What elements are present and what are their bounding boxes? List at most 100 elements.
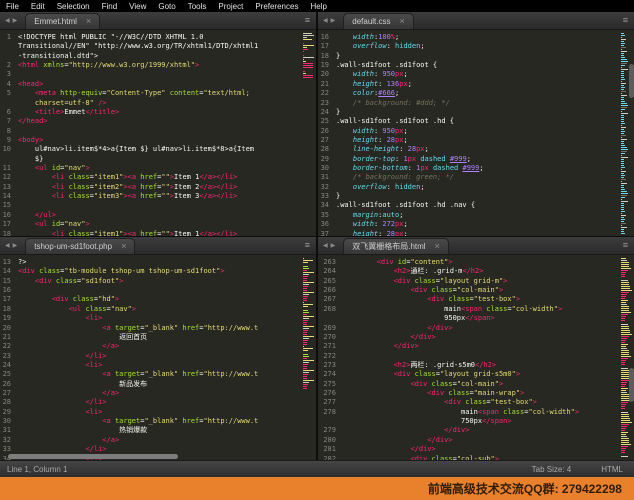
line-number: 19	[318, 61, 336, 70]
code-line: 18 <li class="item1"><a href="">Item 1</…	[0, 230, 302, 236]
close-icon[interactable]: ×	[86, 17, 91, 26]
horizontal-scrollbar[interactable]	[8, 454, 178, 459]
menu-item-file[interactable]: File	[0, 2, 25, 11]
line-number: 277	[318, 398, 343, 407]
code-line: 17 overflow: hidden;	[318, 42, 620, 51]
tab-scroll-left-icon[interactable]: ◀	[323, 17, 328, 24]
code-line: 16 </ul>	[0, 211, 302, 220]
line-number: 273	[318, 361, 343, 370]
editor-pane-top-right: ◀▶ default.css × ≡ 16 width:100%;17 over…	[318, 12, 634, 236]
code-line: 9<body>	[0, 136, 302, 145]
line-number: 4	[0, 80, 18, 89]
close-icon[interactable]: ×	[435, 242, 440, 251]
line-number: 22	[0, 342, 18, 351]
line-number: 276	[318, 389, 343, 398]
code-line: 22 color:#666;	[318, 89, 620, 98]
line-number: 29	[318, 155, 336, 164]
code-editor[interactable]: 16 width:100%;17 overflow: hidden;18}19.…	[318, 31, 634, 236]
line-number: 16	[318, 33, 336, 42]
line-number: 31	[0, 426, 18, 435]
line-number: 35	[318, 211, 336, 220]
tab-emmet-html[interactable]: Emmet.html ×	[25, 13, 100, 29]
overflow-menu-icon[interactable]: ≡	[305, 240, 316, 254]
overflow-menu-icon[interactable]: ≡	[623, 240, 634, 254]
status-caret-position[interactable]: Line 1, Column 1	[7, 465, 67, 474]
code-line: 281 </div>	[318, 445, 620, 454]
line-number: 5	[0, 89, 18, 98]
tab-scroll-left-icon[interactable]: ◀	[5, 17, 10, 24]
code-line: 34.wall-sd1foot .sd1foot .hd .nav {	[318, 201, 620, 210]
line-number: 10	[0, 145, 18, 154]
menu-item-edit[interactable]: Edit	[25, 2, 51, 11]
tab-scroll-right-icon[interactable]: ▶	[331, 17, 336, 24]
code-line: 274 <div class="layout grid-s5m0">	[318, 370, 620, 379]
code-area[interactable]: 16 width:100%;17 overflow: hidden;18}19.…	[318, 33, 620, 236]
menu-item-view[interactable]: View	[123, 2, 152, 11]
line-number: 9	[0, 136, 18, 145]
code-line: 11 <ul id="nav">	[0, 164, 302, 173]
minimap[interactable]	[621, 258, 633, 458]
code-line: 24 <li>	[0, 361, 302, 370]
menu-item-tools[interactable]: Tools	[182, 2, 213, 11]
minimap[interactable]	[303, 258, 315, 458]
menu-item-help[interactable]: Help	[304, 2, 332, 11]
code-line: 36 width: 272px;	[318, 220, 620, 229]
status-syntax[interactable]: HTML	[601, 465, 623, 474]
code-editor[interactable]: 13?>14<div class="tb-module tshop-um tsh…	[0, 256, 316, 460]
tab-scroll-left-icon[interactable]: ◀	[323, 242, 328, 249]
minimap[interactable]	[303, 33, 315, 234]
menu-item-selection[interactable]: Selection	[51, 2, 96, 11]
close-icon[interactable]: ×	[121, 242, 126, 251]
tab-shuangfeiyi-grid-html[interactable]: 双飞翼栅格布局.html ×	[343, 238, 449, 254]
code-line: 278 main<span class="col-width">	[318, 408, 620, 417]
code-line: 15 <div class="sd1foot">	[0, 277, 302, 286]
menu-item-project[interactable]: Project	[212, 2, 249, 11]
line-number: 270	[318, 333, 343, 342]
status-tab-size[interactable]: Tab Size: 4	[532, 465, 572, 474]
tab-default-css[interactable]: default.css ×	[343, 13, 414, 29]
line-number: 14	[0, 267, 18, 276]
code-line: 3	[0, 70, 302, 79]
menu-bar: FileEditSelectionFindViewGotoToolsProjec…	[0, 0, 634, 12]
menu-item-goto[interactable]: Goto	[152, 2, 181, 11]
line-number: 30	[318, 164, 336, 173]
overflow-menu-icon[interactable]: ≡	[305, 15, 316, 29]
line-number: 272	[318, 352, 343, 361]
footer-text: 前端高级技术交流QQ群: 279422298	[428, 480, 622, 497]
code-area[interactable]: 13?>14<div class="tb-module tshop-um tsh…	[0, 258, 302, 460]
code-line: 13?>	[0, 258, 302, 267]
tab-tshop-um-sd1foot-php[interactable]: tshop-um-sd1foot.php ×	[25, 238, 135, 254]
tab-scroll-right-icon[interactable]: ▶	[331, 242, 336, 249]
code-area[interactable]: 263 <div id="content">264 <h2>通栏: .grid-…	[318, 258, 620, 460]
line-number: 278	[318, 408, 343, 417]
line-number: 268	[318, 305, 343, 314]
code-line: 22 </a>	[0, 342, 302, 351]
code-line: 33}	[318, 192, 620, 201]
editor-pane-bottom-left: ◀▶ tshop-um-sd1foot.php × ≡ 13?>14<div c…	[0, 237, 316, 460]
line-number: 15	[0, 277, 18, 286]
vertical-scrollbar[interactable]	[629, 64, 634, 98]
code-editor[interactable]: 1<!DOCTYPE html PUBLIC "-//W3C//DTD XHTM…	[0, 31, 316, 236]
line-number: 1	[0, 33, 18, 42]
code-line: 10 ul#nav>li.item$*4>a{Item $} ul#nav>li…	[0, 145, 302, 154]
overflow-menu-icon[interactable]: ≡	[623, 15, 634, 29]
vertical-scrollbar[interactable]	[629, 368, 634, 402]
code-line: 32 </a>	[0, 436, 302, 445]
line-number: 19	[0, 314, 18, 323]
tab-scroll-right-icon[interactable]: ▶	[13, 17, 18, 24]
line-number: 30	[0, 417, 18, 426]
close-icon[interactable]: ×	[400, 17, 405, 26]
line-number: 269	[318, 324, 343, 333]
tab-scroll-right-icon[interactable]: ▶	[13, 242, 18, 249]
line-number: 266	[318, 286, 343, 295]
menu-item-preferences[interactable]: Preferences	[249, 2, 304, 11]
line-number: 27	[0, 389, 18, 398]
tab-scroll-left-icon[interactable]: ◀	[5, 242, 10, 249]
menu-item-find[interactable]: Find	[96, 2, 124, 11]
tab-scroll-arrows: ◀▶	[0, 242, 21, 254]
tab-scroll-arrows: ◀▶	[318, 17, 339, 29]
code-editor[interactable]: 263 <div id="content">264 <h2>通栏: .grid-…	[318, 256, 634, 460]
code-area[interactable]: 1<!DOCTYPE html PUBLIC "-//W3C//DTD XHTM…	[0, 33, 302, 236]
line-number: 21	[0, 333, 18, 342]
sublime-text-window: FileEditSelectionFindViewGotoToolsProjec…	[0, 0, 634, 500]
